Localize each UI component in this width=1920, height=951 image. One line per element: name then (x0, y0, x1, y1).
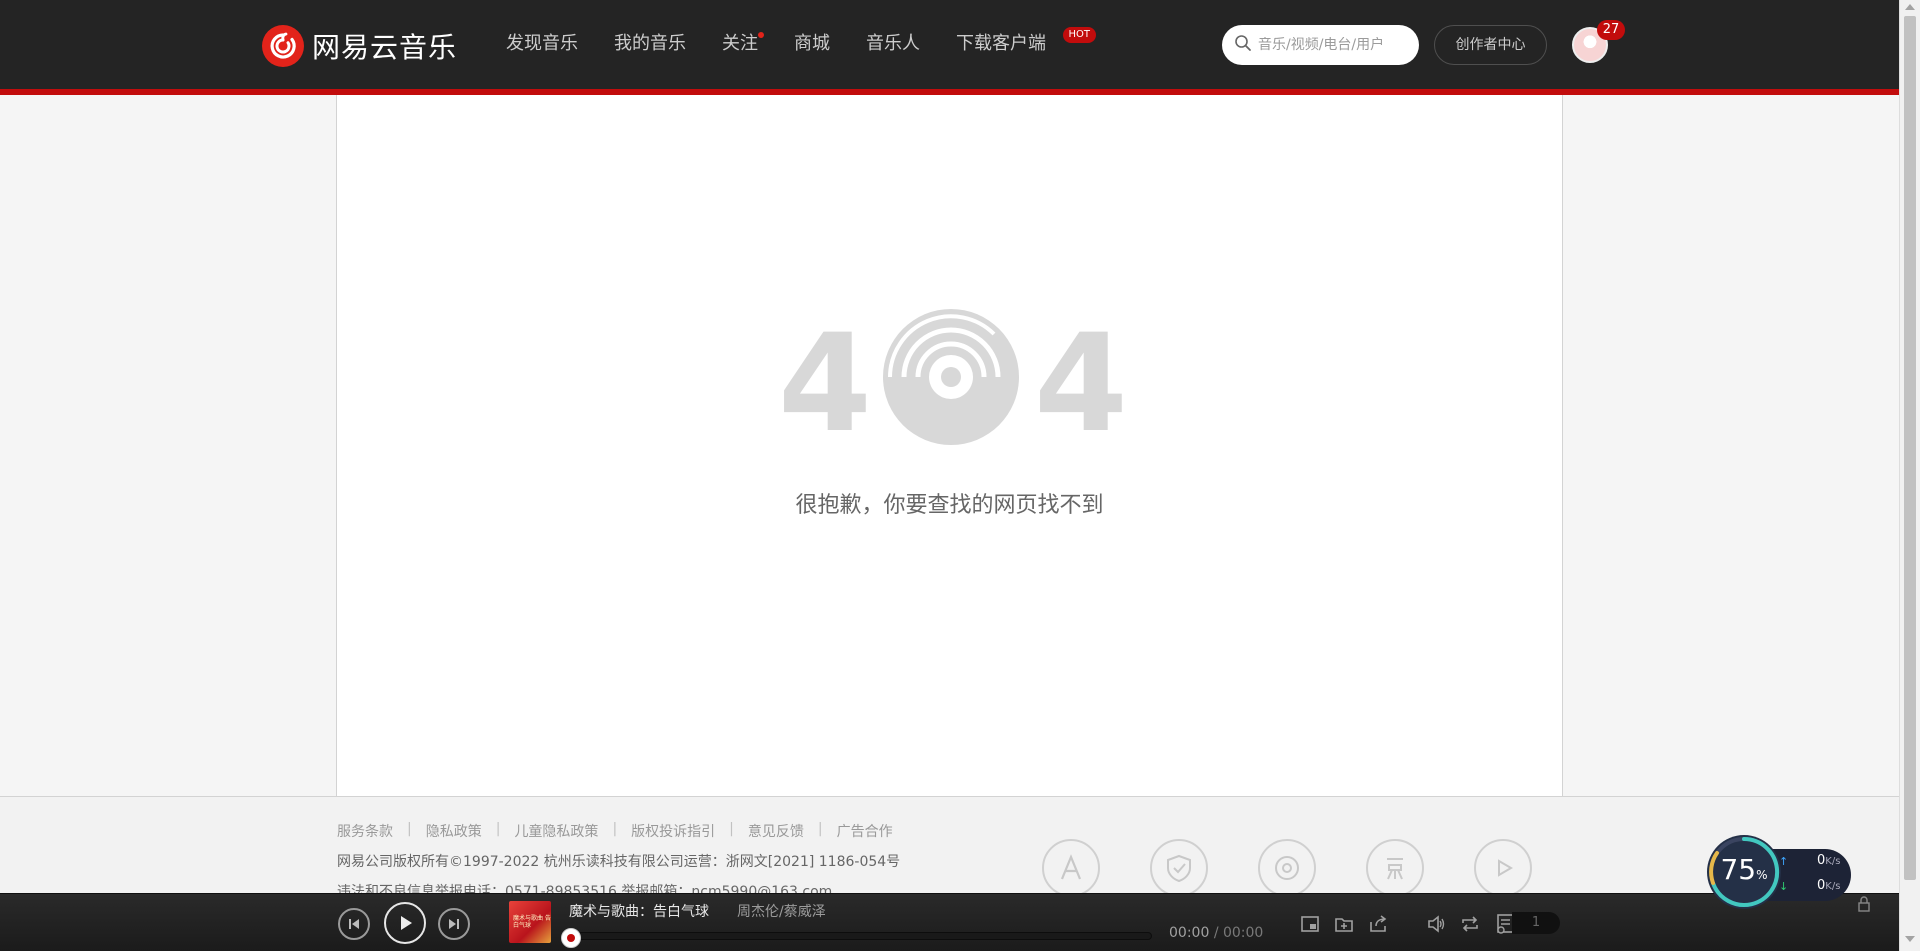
previous-track-button[interactable] (338, 908, 370, 940)
previous-icon (349, 919, 359, 929)
upload-speed-unit: K/s (1825, 856, 1841, 867)
song-title[interactable]: 魔术与歌曲：告白气球 (569, 901, 709, 921)
total-time: 00:00 (1222, 925, 1264, 941)
reward-icon[interactable] (1366, 839, 1424, 897)
nav-my-music[interactable]: 我的音乐 (596, 0, 704, 90)
playlist-count[interactable]: 1 (1512, 912, 1560, 934)
next-icon (449, 919, 459, 929)
search-input[interactable] (1258, 37, 1408, 53)
footer-copyright: 网易公司版权所有©1997-2022 杭州乐读科技有限公司运营：浙网文[2021… (337, 854, 901, 870)
video-play-icon[interactable] (1474, 839, 1532, 897)
download-speed: 0K/s (1817, 878, 1840, 893)
play-icon (401, 916, 412, 930)
loop-mode-icon[interactable] (1458, 912, 1482, 936)
footer-separator: | (407, 821, 412, 837)
footer-link-privacy[interactable]: 隐私政策 (426, 821, 482, 841)
error-digit-left: 4 (778, 305, 872, 447)
add-to-folder-icon[interactable] (1332, 912, 1356, 936)
play-button[interactable] (384, 902, 426, 944)
nav-follow[interactable]: 关注 (704, 0, 776, 90)
nav-musician[interactable]: 音乐人 (848, 0, 938, 90)
search-icon (1234, 34, 1252, 56)
nav-label: 关注 (722, 33, 758, 54)
speed-percent-unit: % (1756, 868, 1768, 882)
volume-icon[interactable] (1424, 912, 1448, 936)
error-message: 很抱歉，你要查找的网页找不到 (795, 493, 1104, 518)
footer-link-copyright-complaint[interactable]: 版权投诉指引 (631, 821, 715, 841)
logo-text: 网易云音乐 (312, 31, 458, 64)
download-speed-unit: K/s (1825, 881, 1841, 892)
speed-percent-value: 75 (1720, 853, 1757, 886)
vinyl-disc-icon (883, 309, 1019, 445)
player-bar: 魔术与歌曲 告白气球 魔术与歌曲：告白气球 周杰伦/蔡威泽 00:00 / 00… (0, 893, 1899, 951)
upload-speed: 0K/s (1817, 853, 1840, 868)
auth-musician-icon[interactable] (1042, 839, 1100, 897)
footer-link-feedback[interactable]: 意见反馈 (748, 821, 804, 841)
network-speed-widget[interactable]: 75% ↑ 0K/s ↓ 0K/s (1707, 835, 1857, 909)
scroll-thumb[interactable] (1904, 16, 1916, 880)
message-count-badge[interactable]: 27 (1597, 20, 1625, 40)
nav-label: 发现音乐 (506, 33, 578, 54)
scroll-down-arrow-icon[interactable] (1905, 936, 1915, 942)
search-box[interactable] (1222, 25, 1419, 65)
footer-icons (1042, 839, 1582, 897)
music-disc-icon[interactable] (1258, 839, 1316, 897)
main-content: 4 4 很抱歉，你要查找的网页找不到 (336, 95, 1563, 796)
shield-icon[interactable] (1150, 839, 1208, 897)
netease-music-logo-icon (262, 25, 304, 67)
top-header: 网易云音乐 发现音乐 我的音乐 关注 商城 音乐人 下载客户端 HOT 创作者中心… (0, 0, 1899, 90)
footer-separator: | (729, 821, 734, 837)
album-cover[interactable]: 魔术与歌曲 告白气球 (509, 901, 551, 943)
main-nav: 发现音乐 我的音乐 关注 商城 音乐人 下载客户端 HOT (488, 0, 1096, 90)
picture-in-picture-icon[interactable] (1298, 912, 1322, 936)
nav-download-client[interactable]: 下载客户端 HOT (938, 0, 1096, 90)
footer-links: 服务条款 | 隐私政策 | 儿童隐私政策 | 版权投诉指引 | 意见反馈 | 广… (337, 821, 893, 841)
speed-percent: 75% (1707, 853, 1781, 886)
upload-arrow-icon: ↑ (1779, 855, 1789, 868)
footer-link-child-privacy[interactable]: 儿童隐私政策 (514, 821, 598, 841)
footer-separator: | (612, 821, 618, 837)
download-arrow-icon: ↓ (1779, 880, 1789, 893)
notification-dot (758, 32, 764, 38)
vertical-scrollbar[interactable] (1899, 0, 1920, 951)
footer-separator: | (817, 821, 823, 837)
error-404-graphic: 4 4 (778, 302, 1128, 462)
nav-label: 下载客户端 (956, 33, 1046, 54)
footer-link-ad[interactable]: 广告合作 (837, 821, 893, 841)
progress-knob[interactable] (561, 928, 581, 948)
share-icon[interactable] (1366, 912, 1390, 936)
nav-mall[interactable]: 商城 (776, 0, 848, 90)
hot-badge: HOT (1062, 27, 1096, 43)
cover-text: 魔术与歌曲 告白气球 (513, 915, 551, 929)
time-display: 00:00 / 00:00 (1169, 925, 1263, 941)
nav-label: 音乐人 (866, 33, 920, 54)
song-artist[interactable]: 周杰伦/蔡威泽 (737, 901, 826, 921)
footer-link-terms[interactable]: 服务条款 (337, 821, 393, 841)
lock-icon[interactable] (1857, 896, 1877, 914)
current-time: 00:00 (1169, 925, 1210, 941)
creator-center-button[interactable]: 创作者中心 (1434, 25, 1547, 65)
error-digit-right: 4 (1034, 305, 1123, 447)
nav-label: 商城 (794, 33, 830, 54)
nav-label: 我的音乐 (614, 33, 686, 54)
footer-separator: | (495, 821, 501, 837)
progress-bar[interactable] (569, 932, 1152, 940)
next-track-button[interactable] (438, 908, 470, 940)
nav-discover-music[interactable]: 发现音乐 (488, 0, 596, 90)
time-separator: / (1213, 925, 1219, 941)
scroll-up-arrow-icon[interactable] (1905, 4, 1915, 10)
logo[interactable]: 网易云音乐 (262, 25, 458, 67)
